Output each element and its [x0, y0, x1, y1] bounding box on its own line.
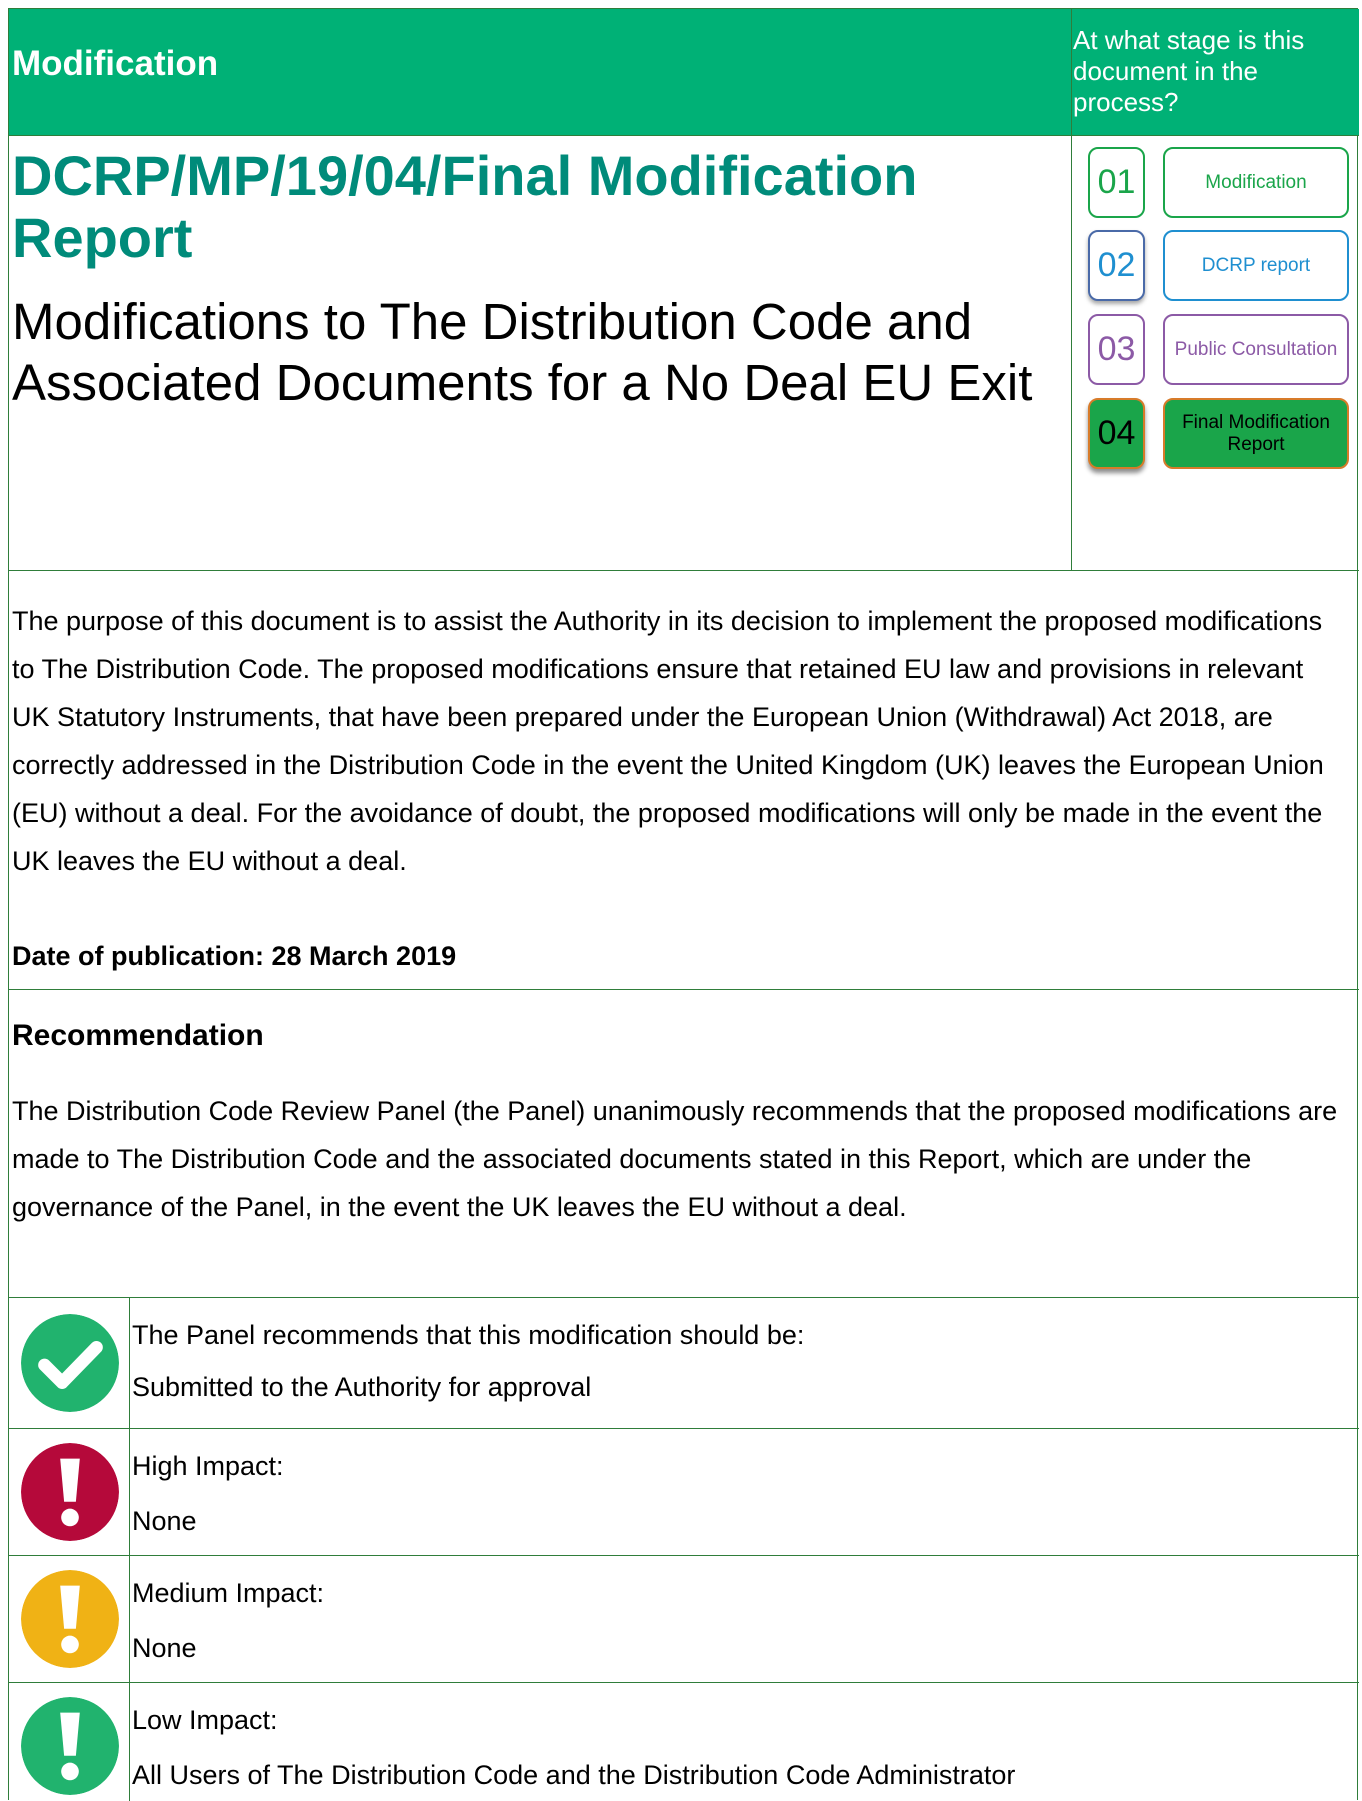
- header-bar: Modification At what stage is this docum…: [9, 9, 1359, 136]
- exclamation-circle-icon: [21, 1697, 119, 1795]
- stage-number-04: 04: [1088, 398, 1145, 469]
- recommendation-text: The Distribution Code Review Panel (the …: [12, 1096, 1338, 1222]
- recommendation-heading: Recommendation: [12, 1019, 264, 1052]
- stage-label-final-modification-report: Final Modification Report: [1163, 398, 1349, 469]
- stage-label-public-consultation: Public Consultation: [1163, 314, 1349, 385]
- medium-impact-row: Medium Impact: None: [9, 1555, 1359, 1682]
- row-value: All Users of The Distribution Code and t…: [132, 1760, 1016, 1790]
- stage-number-01: 01: [1088, 147, 1145, 218]
- exclamation-circle-icon: [21, 1570, 119, 1668]
- exclamation-circle-icon: [21, 1443, 119, 1541]
- stage-number-02: 02: [1088, 230, 1145, 301]
- section-divider: [9, 989, 1359, 990]
- column-divider: [1071, 9, 1072, 570]
- row-value: Submitted to the Authority for approval: [132, 1372, 592, 1402]
- recommendation-row: The Panel recommends that this modificat…: [9, 1297, 1359, 1428]
- stage-label-dcrp-report: DCRP report: [1163, 230, 1349, 301]
- row-value: None: [132, 1506, 197, 1536]
- stage-label-modification: Modification: [1163, 147, 1349, 218]
- low-impact-row: Low Impact: All Users of The Distributio…: [9, 1682, 1359, 1801]
- row-label: Low Impact:: [132, 1705, 278, 1735]
- purpose-paragraph: The purpose of this document is to assis…: [12, 606, 1324, 876]
- row-label: The Panel recommends that this modificat…: [132, 1320, 805, 1350]
- page-title: DCRP/MP/19/04/Final Modification Report: [12, 144, 918, 269]
- section-divider: [9, 570, 1359, 571]
- row-label: High Impact:: [132, 1451, 284, 1481]
- document-page: Modification At what stage is this docum…: [8, 8, 1359, 1801]
- document-type-label: Modification: [12, 44, 219, 83]
- publication-date: Date of publication: 28 March 2019: [12, 941, 457, 971]
- high-impact-row: High Impact: None: [9, 1428, 1359, 1555]
- stage-question: At what stage is this document in the pr…: [1073, 25, 1305, 117]
- stage-number-03: 03: [1088, 314, 1145, 385]
- page-subtitle: Modifications to The Distribution Code a…: [12, 293, 1033, 411]
- row-value: None: [132, 1633, 197, 1663]
- check-circle-icon: [21, 1314, 119, 1412]
- row-label: Medium Impact:: [132, 1578, 325, 1608]
